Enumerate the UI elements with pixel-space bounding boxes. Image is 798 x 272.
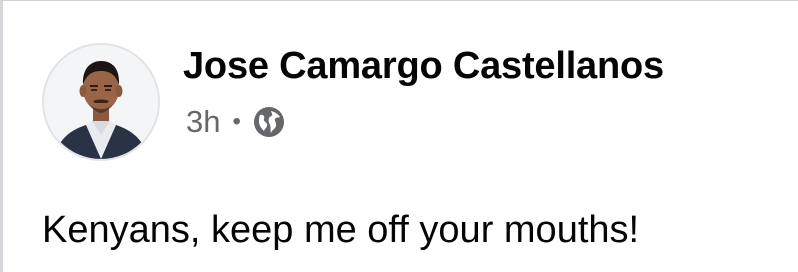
- post-text: Kenyans, keep me off your mouths!: [42, 209, 640, 251]
- avatar-photo: [44, 45, 158, 159]
- globe-icon[interactable]: [251, 104, 287, 140]
- meta-separator: •: [232, 108, 241, 135]
- author-name[interactable]: Jose Camargo Castellanos: [183, 45, 664, 88]
- avatar[interactable]: [42, 43, 160, 161]
- post-meta: 3h •: [186, 102, 287, 142]
- post-timestamp[interactable]: 3h: [186, 104, 220, 140]
- post-card: Jose Camargo Castellanos 3h • Kenyans, k…: [0, 0, 798, 272]
